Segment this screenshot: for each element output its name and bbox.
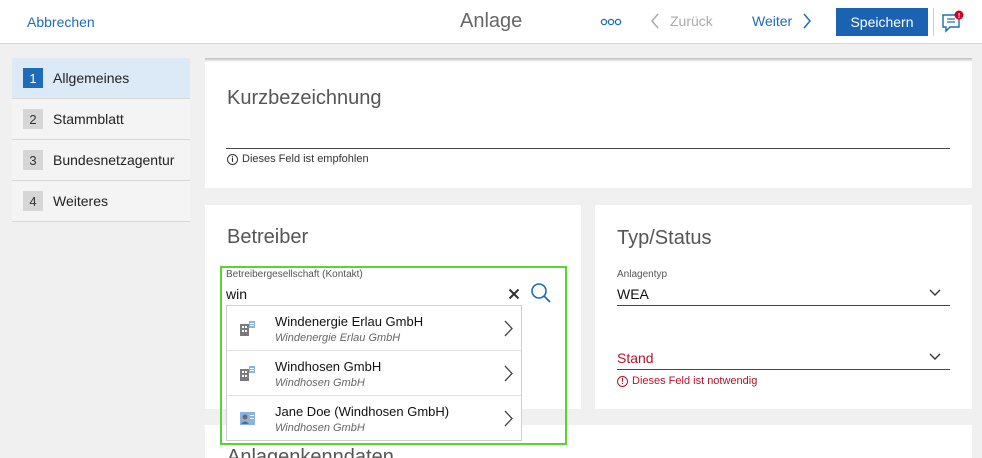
feedback-chat-icon[interactable]: ! — [941, 10, 965, 34]
step-number: 2 — [23, 109, 43, 129]
suggestion-list: Windenergie Erlau GmbH Windenergie Erlau… — [226, 305, 522, 441]
anlagenkenndaten-heading: Anlagenkenndaten — [227, 446, 394, 458]
card-shadow — [205, 58, 972, 62]
stand-underline — [617, 369, 950, 370]
kurzbezeichnung-heading: Kurzbezeichnung — [227, 87, 382, 109]
search-icon[interactable] — [530, 282, 552, 304]
chevron-down-icon[interactable] — [929, 289, 941, 297]
suggestion-name: Windhosen GmbH — [275, 359, 382, 374]
recommended-hint: i Dieses Feld ist empfohlen — [227, 153, 369, 165]
suggestion-item[interactable]: Windenergie Erlau GmbH Windenergie Erlau… — [227, 306, 521, 351]
back-button[interactable]: Zurück — [650, 12, 713, 30]
more-dots-icon[interactable] — [600, 16, 622, 28]
step-number: 4 — [23, 191, 43, 211]
company-icon — [240, 321, 255, 336]
svg-text:!: ! — [958, 13, 960, 20]
back-label: Zurück — [670, 13, 713, 29]
kurzbezeichnung-input[interactable] — [226, 118, 950, 148]
chevron-right-icon — [504, 320, 513, 337]
next-label: Weiter — [752, 13, 793, 29]
suggestion-company: Windenergie Erlau GmbH — [275, 332, 401, 344]
next-button[interactable]: Weiter — [752, 12, 812, 30]
anlagentyp-underline — [617, 305, 950, 306]
required-error: ! Dieses Feld ist notwendig — [617, 375, 757, 387]
chevron-right-icon — [803, 13, 812, 29]
clear-icon[interactable] — [508, 288, 520, 300]
suggestion-name: Windenergie Erlau GmbH — [275, 314, 424, 329]
anlagentyp-select[interactable]: WEA — [617, 286, 649, 302]
hint-text: Dieses Feld ist empfohlen — [242, 153, 369, 165]
typstatus-heading: Typ/Status — [617, 227, 712, 249]
cancel-link[interactable]: Abbrechen — [27, 14, 95, 30]
stand-select[interactable]: Stand — [617, 350, 654, 366]
suggestion-company: Windhosen GmbH — [275, 422, 365, 434]
sidebar-item-label: Bundesnetzagentur — [53, 152, 175, 168]
sidebar-item-label: Weiteres — [53, 193, 108, 209]
anlagentyp-label: Anlagentyp — [617, 269, 668, 280]
info-icon: i — [227, 153, 238, 165]
save-button[interactable]: Speichern — [836, 8, 928, 36]
chevron-left-icon — [651, 13, 659, 29]
chevron-down-icon[interactable] — [929, 353, 941, 361]
step-number: 3 — [23, 150, 43, 170]
sidebar: 1 Allgemeines 2 Stammblatt 3 Bundesnetza… — [12, 58, 190, 222]
kurzbezeichnung-underline — [226, 148, 950, 149]
company-icon — [240, 366, 255, 381]
betreibergesellschaft-label: Betreibergesellschaft (Kontakt) — [226, 269, 363, 280]
suggestion-item[interactable]: Jane Doe (Windhosen GmbH) Windhosen GmbH — [227, 396, 521, 441]
chevron-right-icon — [504, 410, 513, 427]
sidebar-item-label: Allgemeines — [53, 70, 130, 86]
sidebar-item-label: Stammblatt — [53, 111, 124, 127]
chevron-right-icon — [504, 365, 513, 382]
step-number: 1 — [23, 68, 43, 88]
suggestion-company: Windhosen GmbH — [275, 377, 365, 389]
suggestion-item[interactable]: Windhosen GmbH Windhosen GmbH — [227, 351, 521, 396]
sidebar-item-allgemeines[interactable]: 1 Allgemeines — [12, 58, 190, 99]
error-text: Dieses Feld ist notwendig — [632, 375, 758, 387]
sidebar-item-stammblatt[interactable]: 2 Stammblatt — [12, 99, 190, 140]
contact-person-icon — [240, 412, 255, 425]
top-bar: Abbrechen Anlage Zurück Weiter Speichern… — [0, 0, 982, 44]
sidebar-item-bundesnetzagentur[interactable]: 3 Bundesnetzagentur — [12, 140, 190, 181]
divider — [933, 8, 934, 36]
error-icon: ! — [617, 375, 628, 387]
suggestion-name: Jane Doe (Windhosen GmbH) — [275, 404, 450, 419]
page-title: Anlage — [460, 10, 523, 32]
betreibergesellschaft-input[interactable]: win — [226, 286, 496, 302]
betreiber-heading: Betreiber — [227, 226, 309, 248]
sidebar-item-weiteres[interactable]: 4 Weiteres — [12, 181, 190, 222]
